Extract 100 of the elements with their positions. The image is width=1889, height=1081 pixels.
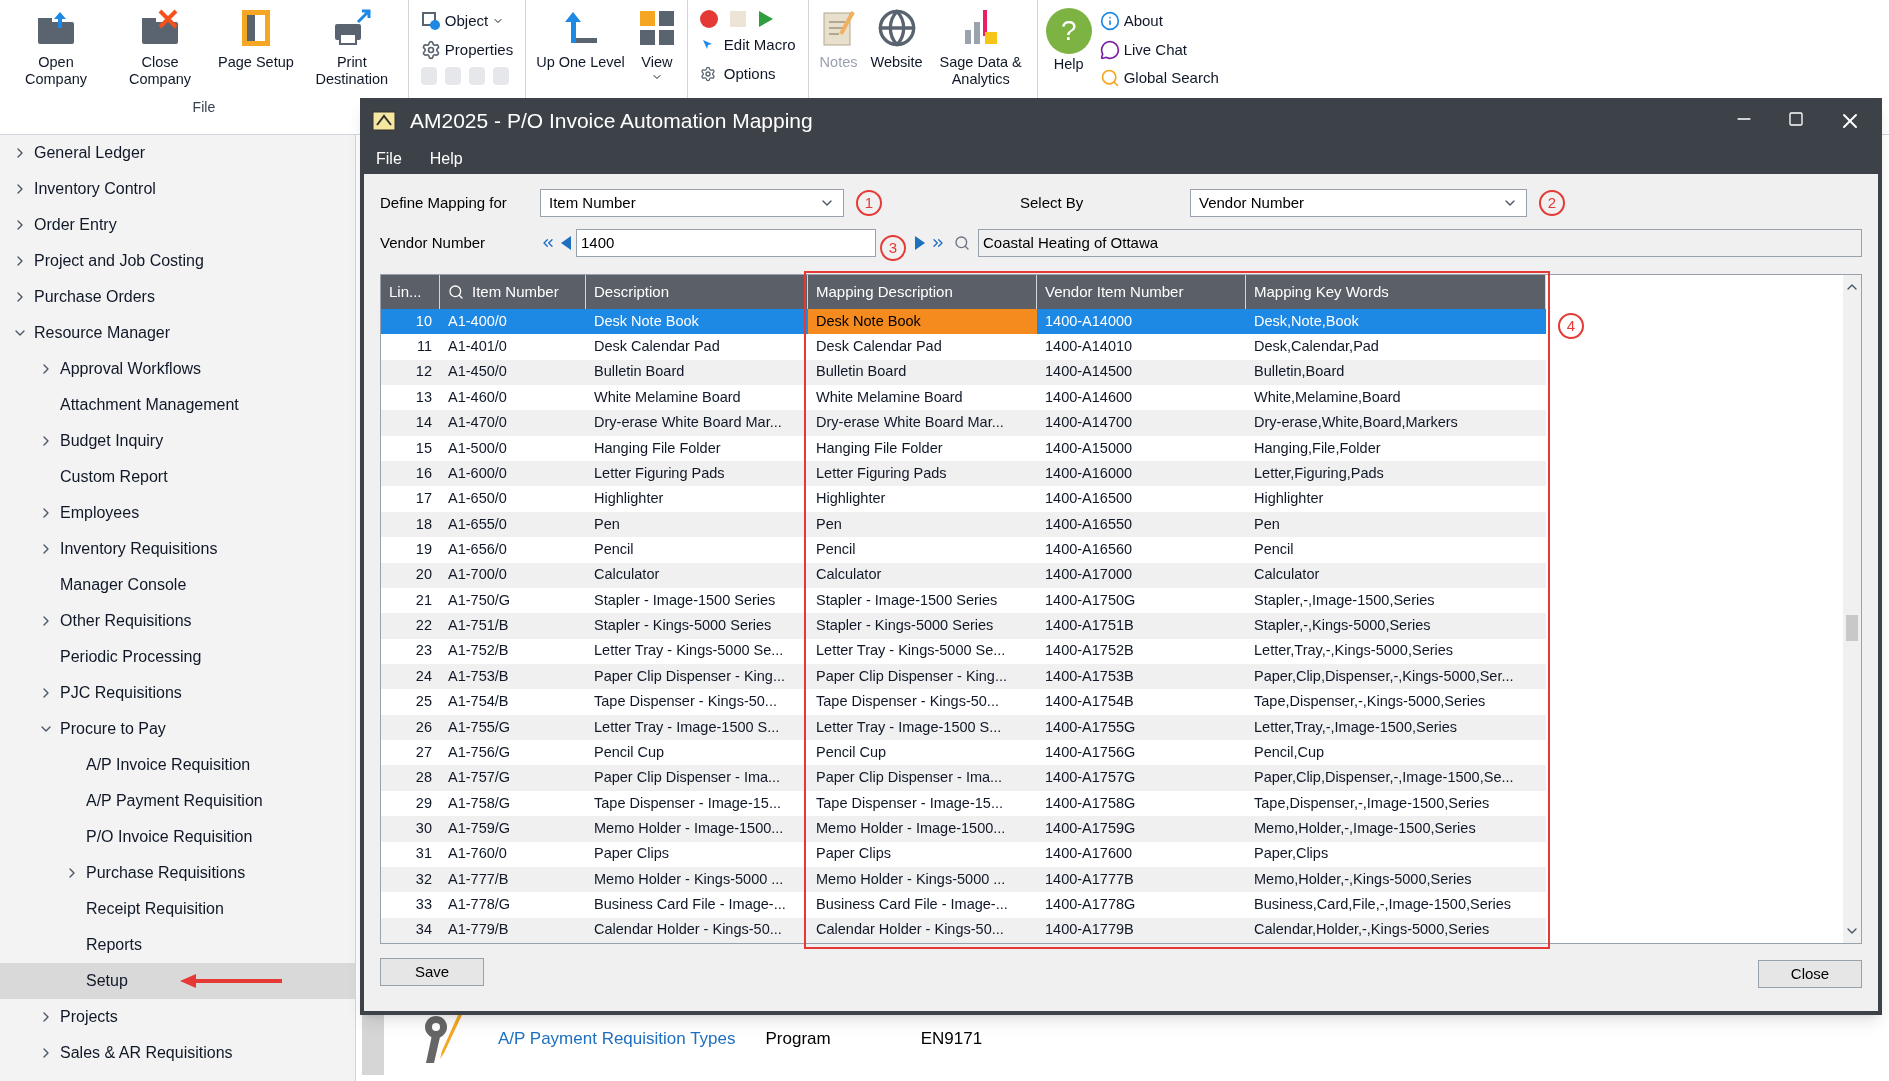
ribbon-button[interactable]: Global Search [1099, 67, 1219, 90]
table-row[interactable]: 24 A1-753/B Paper Clip Dispenser - King... Paper Clip Dispenser - King... 1400-A1753B Paper,Clip,Dispenser,-,Kings-5000,Ser... [381, 664, 1546, 690]
number-input[interactable]: 1400 [576, 229, 876, 257]
tree-item[interactable]: Purchase Requisitions [0, 855, 355, 891]
table-cell-text: Hanging,File,Folder [1253, 438, 1382, 458]
tree-item[interactable]: Custom Report [0, 459, 355, 495]
splitter-bar [362, 1015, 384, 1075]
column-header[interactable]: Vendor Item Number [1037, 275, 1246, 309]
group-label: File [192, 98, 216, 117]
table-cell-text: 1400-A1755G [1044, 717, 1137, 737]
tree-item[interactable]: Attachment Management [0, 387, 355, 423]
tree-item[interactable]: Inventory Control [0, 171, 355, 207]
table-cell-text: Calculator [815, 565, 883, 585]
ribbon-button[interactable]: Live Chat [1099, 38, 1219, 61]
table-cell-text: Highlighter [593, 489, 665, 509]
tree-item[interactable]: Sales & AR Requisitions [0, 1035, 355, 1071]
table-cell-text: Bulletin Board [815, 362, 908, 382]
table-row[interactable]: 20 A1-700/0 Calculator Calculator 1400-A17000 Calculator [381, 562, 1546, 588]
dropdown-field[interactable]: Vendor Number [1190, 189, 1527, 217]
table-row[interactable]: 32 A1-777/B Memo Holder - Kings-5000 ... Memo Holder - Kings-5000 ... 1400-A1777B Memo,Holder,-,Kings-5000,Series [381, 866, 1546, 893]
table-cell-text: Dry-erase White Board Mar... [593, 413, 783, 433]
tree-item[interactable]: Approval Workflows [0, 351, 355, 387]
ribbon-button[interactable]: Open Company [4, 0, 108, 88]
table-cell-text: Stapler - Kings-5000 Series [815, 616, 995, 636]
tree-item[interactable]: Setup [0, 963, 355, 999]
menu-item[interactable]: File [376, 147, 402, 171]
maximize-icon[interactable] [1788, 111, 1804, 127]
column-header[interactable]: Mapping Key Words [1246, 275, 1546, 309]
table-row[interactable]: 34 A1-779/B Calendar Holder - Kings-50... Calendar Holder - Kings-50... 1400-A1779B Calendar,Holder,-,Kings-5000,Series [381, 917, 1546, 943]
ribbon-button[interactable]: About [1099, 10, 1219, 33]
tree-item[interactable]: General Ledger [0, 135, 355, 171]
next-record-icon[interactable] [914, 236, 926, 250]
column-header[interactable]: Description [586, 275, 808, 309]
tree-item[interactable]: Other Requisitions [0, 603, 355, 639]
column-header[interactable]: Item Number [440, 275, 586, 309]
tree-item[interactable]: Manager Console [0, 567, 355, 603]
ribbon-button[interactable]: Up One Level [530, 0, 631, 83]
table-row[interactable]: 28 A1-757/G Paper Clip Dispenser - Ima... Paper Clip Dispenser - Ima... 1400-A1757G Paper,Clip,Dispenser,-,Image-1500,Se... [381, 765, 1546, 791]
tree-item[interactable]: Receipt Requisition [0, 891, 355, 927]
column-header[interactable]: Lin... [381, 275, 440, 309]
record-icon[interactable] [699, 10, 718, 28]
tree-item[interactable]: A/P Invoice Requisition [0, 747, 355, 783]
ribbon-button[interactable]: Sage Data & Analytics [928, 0, 1033, 88]
table-cell-text: Pencil [815, 540, 857, 559]
tree-item[interactable]: Inventory Requisitions [0, 531, 355, 567]
ribbon-button[interactable]: View [630, 0, 683, 83]
table-row[interactable]: 18 A1-655/0 Pen Pen 1400-A16550 Pen [381, 511, 1546, 538]
table-row[interactable]: 10 A1-400/0 Desk Note Book Desk Note Book 1400-A14000 Desk,Note,Book [381, 308, 1546, 335]
table-cell-text: Desk,Note,Book [1253, 311, 1360, 331]
ribbon-button[interactable]: Print Destination [299, 0, 404, 88]
table-cell-text: A1-401/0 [447, 337, 508, 357]
tree-item[interactable]: P/O Invoice Requisition [0, 819, 355, 855]
scrollbar[interactable] [1843, 275, 1861, 943]
table-row[interactable]: 30 A1-759/G Memo Holder - Image-1500... Memo Holder - Image-1500... 1400-A1759G Memo,Holder,-,Image-1500,Series [381, 816, 1546, 842]
table-row[interactable]: 12 A1-450/0 Bulletin Board Bulletin Board 1400-A14500 Bulletin,Board [381, 359, 1546, 386]
object-icon [420, 11, 441, 32]
table-cell-text: 1400-A14500 [1044, 362, 1134, 382]
save-button[interactable]: Save [380, 958, 484, 986]
previous-record-icon[interactable] [560, 236, 572, 250]
settings-icon [420, 39, 441, 60]
tree-item[interactable]: Project and Job Costing [0, 243, 355, 279]
tree-item[interactable]: Employees [0, 495, 355, 531]
table-row[interactable]: 22 A1-751/B Stapler - Kings-5000 Series Stapler - Kings-5000 Series 1400-A1751B Stapler,-,Kings-5000,Series [381, 613, 1546, 639]
settings-icon [699, 65, 716, 82]
table-row[interactable]: 16 A1-600/0 Letter Figuring Pads Letter Figuring Pads 1400-A16000 Letter,Figuring,Pads [381, 461, 1546, 487]
table-cell-text: Calculator [593, 565, 661, 585]
ribbon-button[interactable]: Edit Macro [699, 34, 796, 57]
play-icon[interactable] [757, 10, 774, 28]
tree-item[interactable]: Resource Manager [0, 315, 355, 351]
table-row[interactable]: 26 A1-755/G Letter Tray - Image-1500 S... Letter Tray - Image-1500 S... 1400-A1755G Letter,Tray,-,Image-1500,Series [381, 714, 1546, 741]
dropdown-field[interactable]: Item Number [540, 189, 844, 217]
tree-item[interactable]: A/P Payment Requisition [0, 783, 355, 819]
table-cell: Desk Note Book [808, 308, 1037, 335]
help-button[interactable]: ? Help [1045, 8, 1092, 90]
search-icon[interactable] [954, 235, 970, 251]
menu-item[interactable]: Help [429, 147, 463, 171]
ribbon-button[interactable]: Object [420, 10, 514, 33]
table-row[interactable]: 14 A1-470/0 Dry-erase White Board Mar... Dry-erase White Board Mar... 1400-A14700 Dry-erase,White,Board,Markers [381, 410, 1546, 436]
ribbon-button[interactable]: Close Company [108, 0, 212, 88]
ribbon-button[interactable]: Properties [420, 38, 514, 61]
table-cell-text: A1-754/B [447, 692, 510, 712]
tree-item[interactable]: PJC Requisitions [0, 675, 355, 711]
column-header[interactable]: Mapping Description [808, 275, 1037, 309]
tree-item[interactable]: Projects [0, 999, 355, 1035]
table-cell-text: A1-778/G [447, 895, 512, 915]
tree-item[interactable]: Order Entry [0, 207, 355, 243]
program-link[interactable]: A/P Payment Requisition Types [498, 1026, 736, 1052]
ribbon-button[interactable]: Options [699, 62, 796, 85]
ribbon-button[interactable]: Website [864, 0, 929, 88]
tree-item[interactable]: Periodic Processing [0, 639, 355, 675]
ribbon-button[interactable]: Page Setup [212, 0, 300, 88]
close-button[interactable]: Close [1758, 960, 1862, 988]
table-cell-text: 1400-A1757G [1044, 768, 1137, 788]
tree-item[interactable]: Procure to Pay [0, 711, 355, 747]
table-cell-text: White,Melamine,Board [1253, 387, 1402, 407]
tree-item[interactable]: Budget Inquiry [0, 423, 355, 459]
scroll-thumb[interactable] [1846, 615, 1858, 641]
tree-item[interactable]: Reports [0, 927, 355, 963]
tree-item[interactable]: Purchase Orders [0, 279, 355, 315]
table-cell-text: A1-500/0 [447, 438, 508, 458]
